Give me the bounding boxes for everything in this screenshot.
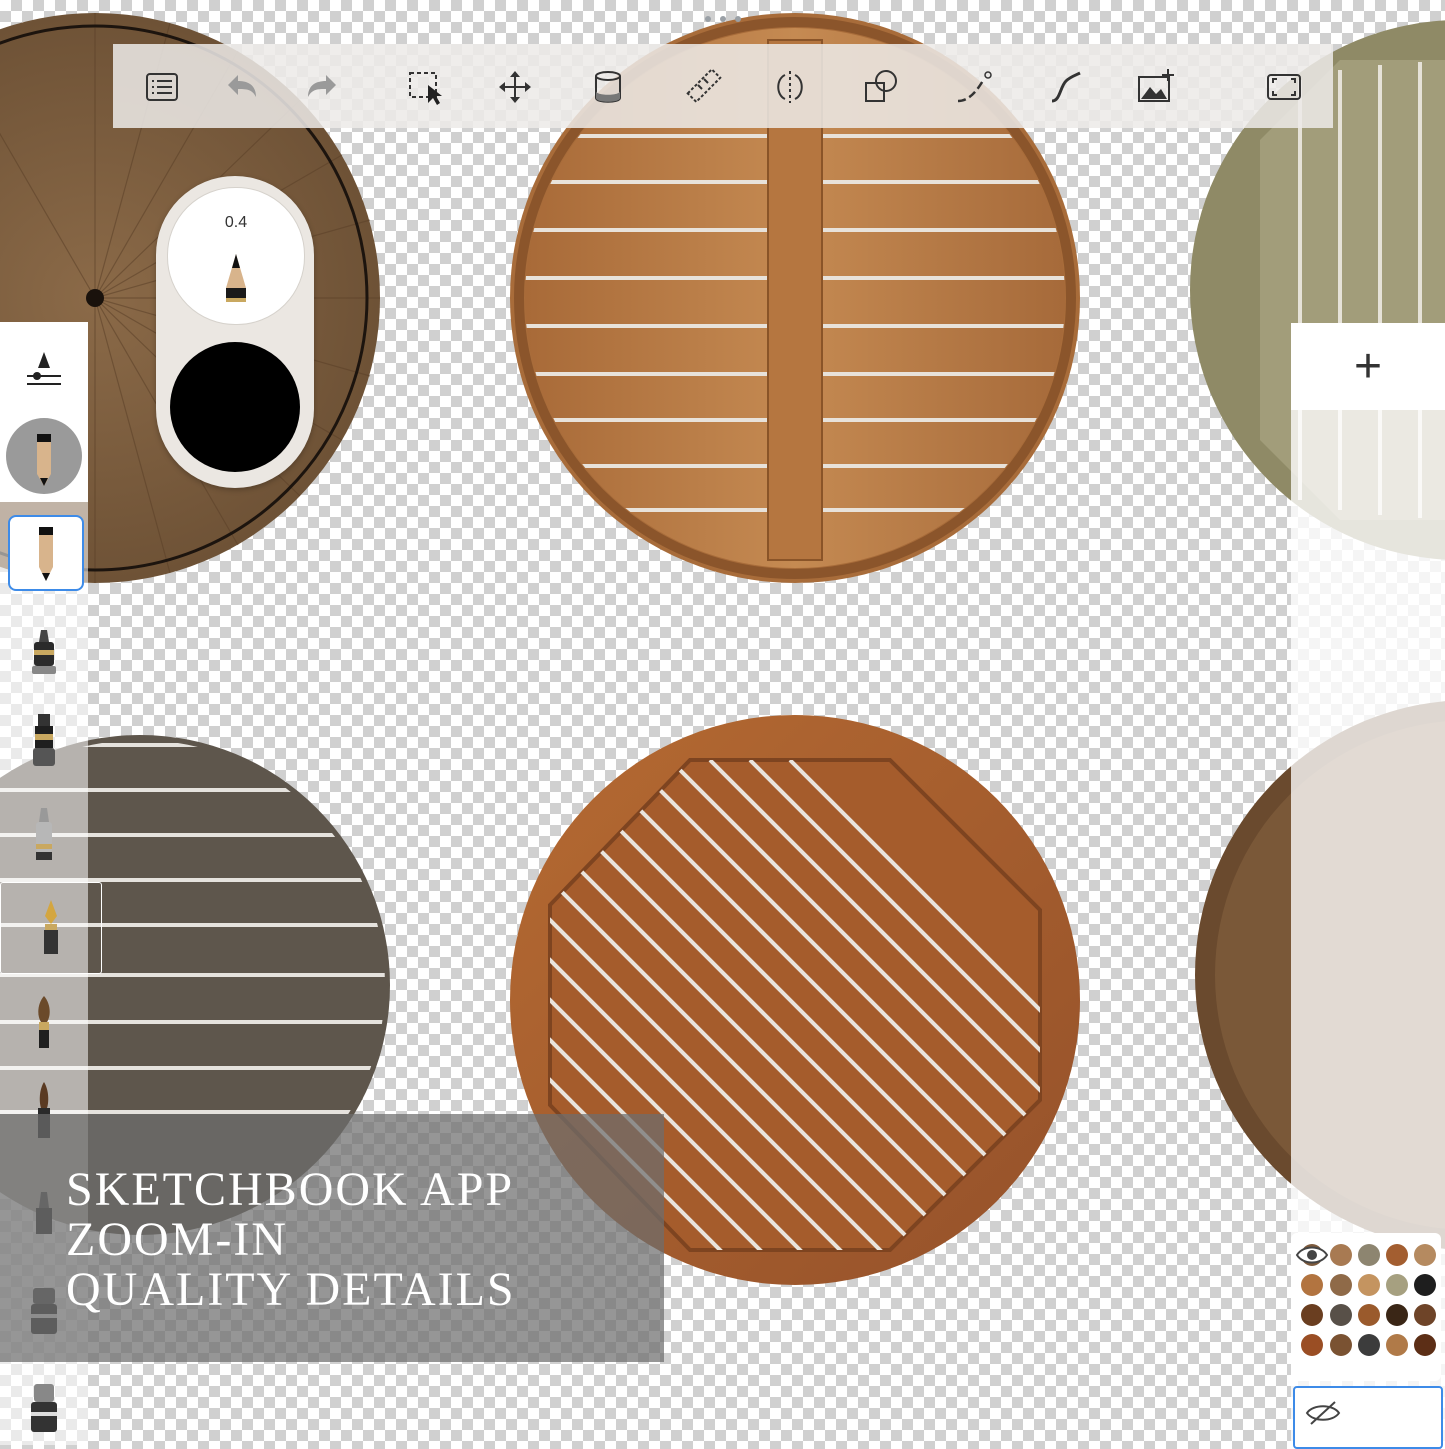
eye-hidden-icon[interactable] bbox=[1303, 1398, 1343, 1428]
shapes-icon bbox=[865, 70, 897, 102]
marker-icon bbox=[36, 808, 52, 860]
bucket-icon bbox=[595, 71, 621, 103]
undo-button[interactable] bbox=[219, 64, 265, 110]
symmetry-button[interactable] bbox=[767, 64, 813, 110]
stroke-button[interactable] bbox=[951, 64, 997, 110]
brush-fountain-pen[interactable] bbox=[0, 882, 102, 974]
layer-thumbnail[interactable] bbox=[1291, 1233, 1441, 1381]
selected-brush-pencil[interactable] bbox=[8, 515, 84, 591]
brush-properties-icon bbox=[27, 352, 61, 385]
brush-technical-pen[interactable] bbox=[0, 698, 88, 782]
selection-icon bbox=[409, 72, 442, 105]
brush-puck[interactable]: 0.4 bbox=[156, 176, 314, 488]
curve-stroke-icon bbox=[957, 71, 992, 103]
layer-preview bbox=[1295, 1244, 1436, 1356]
shapes-button[interactable] bbox=[858, 64, 904, 110]
predictive-stroke-button[interactable] bbox=[1043, 64, 1089, 110]
ruler-button[interactable] bbox=[681, 64, 727, 110]
brush-marker[interactable] bbox=[0, 790, 88, 874]
eye-icon bbox=[1295, 1246, 1329, 1264]
eraser-icon bbox=[31, 1384, 57, 1432]
predictive-stroke-icon bbox=[1051, 71, 1081, 103]
brush-eraser-soft[interactable] bbox=[0, 1364, 88, 1448]
fullscreen-icon bbox=[1267, 74, 1301, 100]
caption-line-3: QUALITY DETAILS bbox=[66, 1263, 516, 1316]
brush-size-control[interactable]: 0.4 bbox=[167, 187, 305, 325]
hidden-layer[interactable] bbox=[1293, 1386, 1443, 1449]
toolbar-handle-icon[interactable] bbox=[700, 12, 746, 26]
add-image-button[interactable] bbox=[1133, 64, 1179, 110]
recent-brush-button[interactable] bbox=[6, 418, 82, 494]
move-icon bbox=[499, 71, 531, 103]
ruler-icon bbox=[686, 67, 722, 104]
paintbrush-icon bbox=[38, 996, 50, 1048]
symmetry-icon bbox=[777, 71, 803, 103]
redo-button[interactable] bbox=[299, 64, 345, 110]
menu-button[interactable] bbox=[139, 64, 185, 110]
fullscreen-button[interactable] bbox=[1261, 64, 1307, 110]
list-icon bbox=[146, 73, 178, 101]
transform-button[interactable] bbox=[492, 64, 538, 110]
inking-pen-icon bbox=[32, 630, 56, 674]
technical-pen-icon bbox=[33, 714, 55, 766]
caption-overlay: SKETCHBOOK APP ZOOM-IN QUALITY DETAILS bbox=[0, 1114, 664, 1362]
caption-line-2: ZOOM-IN bbox=[66, 1213, 288, 1266]
undo-icon bbox=[228, 75, 256, 97]
pencil-icon bbox=[37, 434, 51, 486]
caption-line-1: SKETCHBOOK APP bbox=[66, 1163, 515, 1216]
add-layer-button[interactable]: + bbox=[1291, 323, 1445, 410]
select-button[interactable] bbox=[403, 64, 449, 110]
fountain-pen-icon bbox=[44, 900, 58, 954]
top-toolbar bbox=[113, 44, 1333, 128]
redo-icon bbox=[308, 75, 336, 97]
pencil-tip-icon bbox=[226, 254, 246, 302]
plus-icon: + bbox=[1353, 339, 1383, 393]
pencil-icon bbox=[39, 527, 53, 581]
brush-properties-button[interactable] bbox=[0, 328, 88, 412]
color-swatch[interactable] bbox=[170, 342, 300, 472]
brush-paint[interactable] bbox=[0, 980, 88, 1064]
add-image-icon bbox=[1138, 69, 1174, 102]
brush-size-value: 0.4 bbox=[224, 214, 248, 231]
fill-button[interactable] bbox=[585, 64, 631, 110]
brush-inking-pen[interactable] bbox=[0, 610, 88, 694]
